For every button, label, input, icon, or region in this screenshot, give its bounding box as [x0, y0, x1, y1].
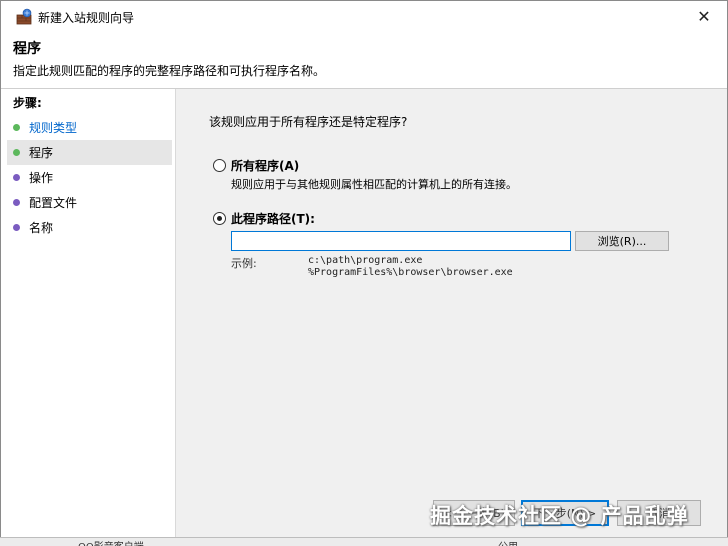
- all-programs-radio[interactable]: [213, 159, 226, 172]
- step-program[interactable]: 程序: [7, 140, 172, 165]
- step-dot-icon: [13, 199, 20, 206]
- close-button[interactable]: ✕: [681, 1, 727, 32]
- question-text: 该规则应用于所有程序还是特定程序?: [209, 115, 408, 129]
- example-path-2: %ProgramFiles%\browser\browser.exe: [308, 267, 513, 278]
- example-path-1: c:\path\program.exe: [308, 255, 423, 266]
- step-profile[interactable]: 配置文件: [7, 190, 172, 215]
- steps-panel: 步骤: 规则类型 程序 操作 配置文件 名称: [1, 89, 176, 545]
- watermark: 掘金技术社区 @ 产品乱弹: [430, 504, 689, 528]
- step-label: 程序: [29, 146, 54, 160]
- wizard-window: 新建入站规则向导 ✕ 程序 指定此规则匹配的程序的完整程序路径和可执行程序名称。…: [0, 0, 728, 546]
- background-list-value: 公用: [498, 538, 518, 546]
- step-label: 操作: [29, 171, 54, 185]
- program-path-option[interactable]: 此程序路径(T):: [213, 210, 315, 227]
- steps-heading: 步骤:: [13, 96, 42, 110]
- program-path-radio[interactable]: [213, 212, 226, 225]
- step-dot-icon: [13, 224, 20, 231]
- browse-button[interactable]: 浏览(R)...: [575, 231, 669, 251]
- page-description: 指定此规则匹配的程序的完整程序路径和可执行程序名称。: [13, 64, 326, 78]
- step-label: 名称: [29, 221, 54, 235]
- step-dot-icon: [13, 149, 20, 156]
- title-bar[interactable]: 新建入站规则向导 ✕: [1, 1, 727, 32]
- step-action[interactable]: 操作: [7, 165, 172, 190]
- background-list-item: QQ影音客户端: [78, 538, 144, 546]
- close-icon: ✕: [697, 7, 711, 26]
- main-content: 该规则应用于所有程序还是特定程序? 所有程序(A) 规则应用于与其他规则属性相匹…: [177, 89, 727, 545]
- firewall-icon: [16, 8, 32, 25]
- step-rule-type[interactable]: 规则类型: [7, 115, 172, 140]
- step-label: 配置文件: [29, 196, 78, 210]
- step-dot-icon: [13, 124, 20, 131]
- program-path-input[interactable]: [231, 231, 571, 251]
- window-title: 新建入站规则向导: [38, 11, 135, 25]
- page-title: 程序: [13, 41, 41, 57]
- page-header: 程序 指定此规则匹配的程序的完整程序路径和可执行程序名称。: [1, 32, 727, 89]
- example-label: 示例:: [231, 257, 257, 270]
- step-dot-icon: [13, 174, 20, 181]
- step-label: 规则类型: [29, 121, 78, 135]
- all-programs-option[interactable]: 所有程序(A): [213, 157, 299, 174]
- all-programs-description: 规则应用于与其他规则属性相匹配的计算机上的所有连接。: [231, 178, 517, 191]
- program-path-label: 此程序路径(T):: [231, 212, 315, 226]
- all-programs-label: 所有程序(A): [231, 159, 300, 173]
- step-name[interactable]: 名称: [7, 215, 172, 240]
